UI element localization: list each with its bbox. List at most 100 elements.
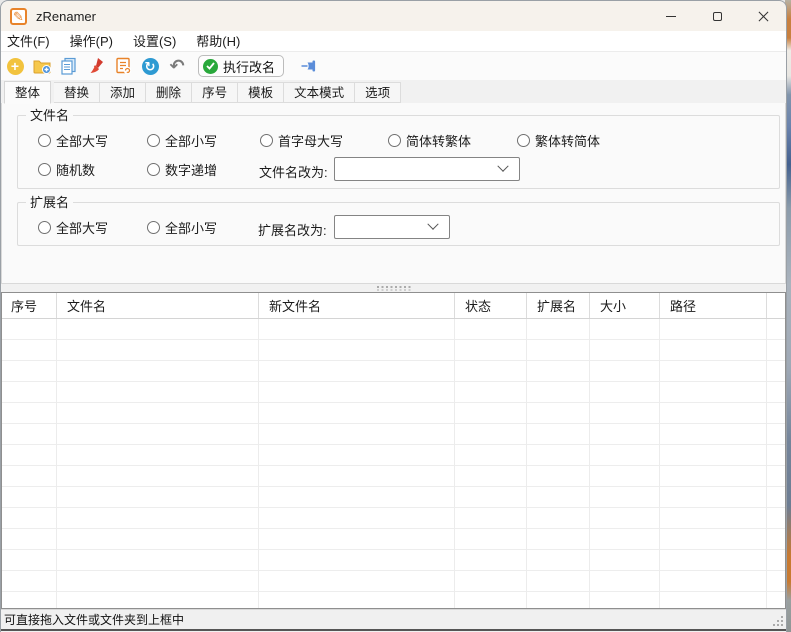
pin-button[interactable] xyxy=(299,56,319,76)
minimize-button[interactable] xyxy=(648,1,694,31)
column-header-new-filename[interactable]: 新文件名 xyxy=(259,293,455,318)
menu-operate[interactable]: 操作(P) xyxy=(60,31,123,52)
app-window: ✎ zRenamer 文件(F) 操作(P) 设置(S) 帮助(H) + xyxy=(0,0,787,632)
app-logo-icon: ✎ xyxy=(10,8,27,25)
radio-circle-icon xyxy=(388,134,401,147)
column-header-extension[interactable]: 扩展名 xyxy=(527,293,590,318)
pencil-icon: ✎ xyxy=(13,10,24,23)
refresh-button[interactable]: ↻ xyxy=(140,56,160,76)
menu-settings[interactable]: 设置(S) xyxy=(123,31,186,52)
tab-whole[interactable]: 整体 xyxy=(4,81,51,104)
menu-help[interactable]: 帮助(H) xyxy=(186,31,250,52)
body-column xyxy=(455,319,527,608)
file-list-icon xyxy=(59,56,79,76)
titlebar: ✎ zRenamer xyxy=(1,1,786,31)
menu-file[interactable]: 文件(F) xyxy=(1,31,60,52)
body-column xyxy=(57,319,259,608)
radio-circle-icon xyxy=(38,221,51,234)
radio-traditional-to-simplified[interactable]: 繁体转简体 xyxy=(517,133,600,148)
extension-change-label: 扩展名改为: xyxy=(258,220,327,239)
status-text: 可直接拖入文件或文件夹到上框中 xyxy=(1,611,184,628)
file-list-button[interactable] xyxy=(59,56,79,76)
column-header-filename[interactable]: 文件名 xyxy=(57,293,259,318)
menubar: 文件(F) 操作(P) 设置(S) 帮助(H) xyxy=(1,31,786,52)
table-body[interactable] xyxy=(2,319,785,608)
radio-label: 数字递增 xyxy=(165,160,217,179)
rename-list-button[interactable] xyxy=(113,56,133,76)
tab-text-mode[interactable]: 文本模式 xyxy=(284,82,355,103)
execute-rename-button[interactable]: 执行改名 xyxy=(198,55,284,77)
body-column xyxy=(259,319,455,608)
body-column xyxy=(590,319,660,608)
chevron-down-icon xyxy=(427,219,438,230)
radio-circle-icon xyxy=(147,221,160,234)
radio-random-number[interactable]: 随机数 xyxy=(38,162,95,177)
add-files-button[interactable]: + xyxy=(5,56,25,76)
radio-circle-icon xyxy=(38,134,51,147)
tab-number[interactable]: 序号 xyxy=(192,82,238,103)
close-button[interactable] xyxy=(740,1,786,31)
window-controls xyxy=(648,1,786,31)
statusbar: 可直接拖入文件或文件夹到上框中 xyxy=(1,609,786,631)
column-header-size[interactable]: 大小 xyxy=(590,293,660,318)
resize-grip-icon[interactable] xyxy=(773,616,784,627)
column-header-index[interactable]: 序号 xyxy=(2,293,57,318)
radio-label: 繁体转简体 xyxy=(535,131,600,150)
undo-button[interactable]: ↶ xyxy=(167,56,187,76)
close-icon xyxy=(758,11,769,22)
add-folder-button[interactable] xyxy=(32,56,52,76)
clear-list-button[interactable] xyxy=(86,56,106,76)
minimize-icon xyxy=(666,16,676,17)
tab-replace[interactable]: 替换 xyxy=(54,82,100,103)
radio-label: 随机数 xyxy=(56,160,95,179)
filename-groupbox: 文件名 全部大写 全部小写 首字母大写 简体转繁体 繁体转简体 xyxy=(17,115,780,189)
splitter-handle[interactable] xyxy=(1,284,786,292)
table-header: 序号 文件名 新文件名 状态 扩展名 大小 路径 xyxy=(2,293,785,319)
radio-circle-icon xyxy=(147,163,160,176)
extension-change-combobox[interactable] xyxy=(334,215,450,239)
chevron-down-icon xyxy=(497,161,508,172)
tab-page-whole: 文件名 全部大写 全部小写 首字母大写 简体转繁体 繁体转简体 xyxy=(1,102,786,284)
window-title: zRenamer xyxy=(36,9,96,24)
radio-filename-capitalize[interactable]: 首字母大写 xyxy=(260,133,343,148)
add-folder-icon xyxy=(32,56,52,76)
radio-circle-icon xyxy=(260,134,273,147)
file-table: 序号 文件名 新文件名 状态 扩展名 大小 路径 xyxy=(1,292,786,609)
radio-circle-icon xyxy=(517,134,530,147)
radio-label: 全部小写 xyxy=(165,131,217,150)
tab-options[interactable]: 选项 xyxy=(355,82,401,103)
tab-add[interactable]: 添加 xyxy=(100,82,146,103)
tab-template[interactable]: 模板 xyxy=(238,82,284,103)
tab-delete[interactable]: 删除 xyxy=(146,82,192,103)
filename-change-combobox[interactable] xyxy=(334,157,520,181)
radio-label: 简体转繁体 xyxy=(406,131,471,150)
clear-list-icon xyxy=(86,56,106,76)
body-column xyxy=(767,319,785,608)
undo-icon: ↶ xyxy=(169,57,184,75)
radio-simplified-to-traditional[interactable]: 简体转繁体 xyxy=(388,133,471,148)
check-circle-icon xyxy=(203,59,218,74)
column-header-status[interactable]: 状态 xyxy=(455,293,527,318)
radio-label: 全部大写 xyxy=(56,218,108,237)
body-column xyxy=(527,319,590,608)
refresh-icon: ↻ xyxy=(142,58,159,75)
rename-list-icon xyxy=(113,56,133,76)
extension-group-title: 扩展名 xyxy=(26,195,73,210)
column-header-spacer xyxy=(767,293,785,318)
add-files-icon: + xyxy=(7,58,24,75)
radio-label: 首字母大写 xyxy=(278,131,343,150)
radio-number-increment[interactable]: 数字递增 xyxy=(147,162,217,177)
radio-extension-uppercase[interactable]: 全部大写 xyxy=(38,220,108,235)
filename-change-label: 文件名改为: xyxy=(259,162,328,181)
maximize-icon xyxy=(713,12,722,21)
radio-filename-uppercase[interactable]: 全部大写 xyxy=(38,133,108,148)
radio-circle-icon xyxy=(38,163,51,176)
column-header-path[interactable]: 路径 xyxy=(660,293,767,318)
maximize-button[interactable] xyxy=(694,1,740,31)
radio-extension-lowercase[interactable]: 全部小写 xyxy=(147,220,217,235)
body-column xyxy=(2,319,57,608)
radio-label: 全部大写 xyxy=(56,131,108,150)
radio-label: 全部小写 xyxy=(165,218,217,237)
radio-filename-lowercase[interactable]: 全部小写 xyxy=(147,133,217,148)
toolbar: + xyxy=(1,52,786,80)
